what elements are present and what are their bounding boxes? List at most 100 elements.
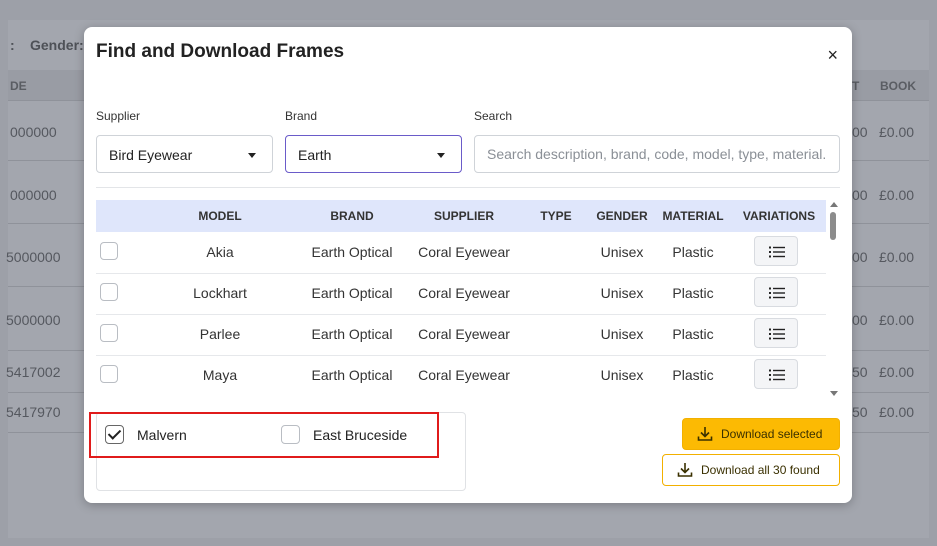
bg-left-value: 5417970 xyxy=(6,404,61,420)
bg-right-prefix: 50 xyxy=(852,404,868,420)
bg-right-prefix: 00 xyxy=(852,249,868,265)
list-icon xyxy=(769,328,785,340)
cell-material: Plastic xyxy=(672,367,714,383)
cell-type xyxy=(532,232,580,272)
row-checkbox[interactable] xyxy=(100,365,118,383)
checkmark-icon xyxy=(107,426,122,440)
bg-right-prefix: 00 xyxy=(852,312,868,328)
bg-right-price: £0.00 xyxy=(879,364,915,380)
cell-type xyxy=(532,273,580,313)
cell-material: Plastic xyxy=(672,244,714,260)
location-checkbox-malvern[interactable] xyxy=(105,425,124,444)
download-icon xyxy=(697,427,713,441)
cell-model: Lockhart xyxy=(193,285,247,301)
cell-material: Plastic xyxy=(672,285,714,301)
column-header-supplier: SUPPLIER xyxy=(433,209,494,223)
table-scrollbar[interactable] xyxy=(828,200,840,398)
table-row[interactable]: Lockhart Earth Optical Coral Eyewear Uni… xyxy=(96,273,826,315)
table-row[interactable]: Parlee Earth Optical Coral Eyewear Unise… xyxy=(96,314,826,356)
bg-right-price: £0.00 xyxy=(879,404,915,420)
scroll-up-icon[interactable] xyxy=(830,202,838,207)
cell-supplier: Coral Eyewear xyxy=(418,367,510,383)
bg-right-prefix: 00 xyxy=(852,187,868,203)
filters-divider xyxy=(96,187,840,188)
supplier-select[interactable]: Bird Eyewear xyxy=(96,135,273,173)
supplier-select-value: Bird Eyewear xyxy=(109,147,193,163)
brand-select[interactable]: Earth xyxy=(285,135,462,173)
download-selected-button[interactable]: Download selected xyxy=(682,418,840,450)
cell-model: Akia xyxy=(206,244,234,260)
variations-button[interactable] xyxy=(754,236,798,266)
chevron-down-icon xyxy=(248,153,256,158)
bg-left-value: 000000 xyxy=(10,187,57,203)
location-label-east-bruceside: East Bruceside xyxy=(313,427,408,443)
cell-gender: Unisex xyxy=(600,326,644,342)
column-header-variations: VARIATIONS xyxy=(742,209,816,223)
bg-left-value: 5000000 xyxy=(6,312,61,328)
cell-gender: Unisex xyxy=(600,285,644,301)
bg-header-t: T xyxy=(852,79,860,93)
search-input[interactable] xyxy=(474,135,840,173)
cell-type xyxy=(532,355,580,395)
cell-brand: Earth Optical xyxy=(311,285,393,301)
list-icon xyxy=(769,287,785,299)
bg-right-price: £0.00 xyxy=(879,187,915,203)
bg-right-price: £0.00 xyxy=(879,312,915,328)
bg-left-value: 000000 xyxy=(10,124,57,140)
chevron-down-icon xyxy=(437,153,445,158)
cell-brand: Earth Optical xyxy=(311,244,393,260)
cell-supplier: Coral Eyewear xyxy=(418,244,510,260)
location-label-malvern: Malvern xyxy=(137,427,187,443)
location-checkbox-east-bruceside[interactable] xyxy=(281,425,300,444)
supplier-label: Supplier xyxy=(96,109,141,123)
row-checkbox[interactable] xyxy=(100,242,118,260)
bg-header-book: BOOK xyxy=(880,79,916,93)
download-all-label: Download all 30 found xyxy=(701,463,820,477)
brand-select-value: Earth xyxy=(298,147,332,163)
scroll-down-icon[interactable] xyxy=(830,391,838,396)
row-checkbox[interactable] xyxy=(100,283,118,301)
table-row[interactable]: Akia Earth Optical Coral Eyewear Unisex … xyxy=(96,232,826,274)
download-selected-label: Download selected xyxy=(721,427,823,441)
bg-filter-label: Gender: xyxy=(30,37,84,53)
variations-button[interactable] xyxy=(754,318,798,348)
find-download-frames-modal: Find and Download Frames × Supplier Bird… xyxy=(84,27,852,503)
cell-brand: Earth Optical xyxy=(311,367,393,383)
list-icon xyxy=(769,369,785,381)
bg-left-value: 5417002 xyxy=(6,364,61,380)
frames-table: MODEL BRAND SUPPLIER TYPE GENDER MATERIA… xyxy=(96,200,826,395)
cell-supplier: Coral Eyewear xyxy=(418,326,510,342)
variations-button[interactable] xyxy=(754,359,798,389)
bg-header-left: DE xyxy=(10,79,27,93)
column-header-material: MATERIAL xyxy=(662,209,724,223)
cell-model: Parlee xyxy=(199,326,241,342)
column-header-model: MODEL xyxy=(198,209,242,223)
bg-right-price: £0.00 xyxy=(879,249,915,265)
cell-brand: Earth Optical xyxy=(311,326,393,342)
search-label: Search xyxy=(474,109,513,123)
column-header-brand: BRAND xyxy=(330,209,374,223)
download-all-button[interactable]: Download all 30 found xyxy=(662,454,840,486)
close-button[interactable]: × xyxy=(827,45,838,66)
cell-gender: Unisex xyxy=(600,367,644,383)
table-header: MODEL BRAND SUPPLIER TYPE GENDER MATERIA… xyxy=(96,200,826,232)
bg-colon: : xyxy=(10,37,15,53)
table-row[interactable]: Maya Earth Optical Coral Eyewear Unisex … xyxy=(96,355,826,395)
cell-model: Maya xyxy=(202,367,238,383)
modal-title: Find and Download Frames xyxy=(96,41,345,62)
cell-material: Plastic xyxy=(672,326,714,342)
column-header-type: TYPE xyxy=(540,209,572,223)
bg-left-value: 5000000 xyxy=(6,249,61,265)
cell-type xyxy=(532,314,580,354)
variations-button[interactable] xyxy=(754,277,798,307)
column-header-gender: GENDER xyxy=(596,209,648,223)
brand-label: Brand xyxy=(285,109,318,123)
bg-right-price: £0.00 xyxy=(879,124,915,140)
bg-right-prefix: 00 xyxy=(852,124,868,140)
download-icon xyxy=(677,463,693,477)
cell-supplier: Coral Eyewear xyxy=(418,285,510,301)
cell-gender: Unisex xyxy=(600,244,644,260)
row-checkbox[interactable] xyxy=(100,324,118,342)
scrollbar-thumb[interactable] xyxy=(830,212,836,240)
bg-right-prefix: 50 xyxy=(852,364,868,380)
